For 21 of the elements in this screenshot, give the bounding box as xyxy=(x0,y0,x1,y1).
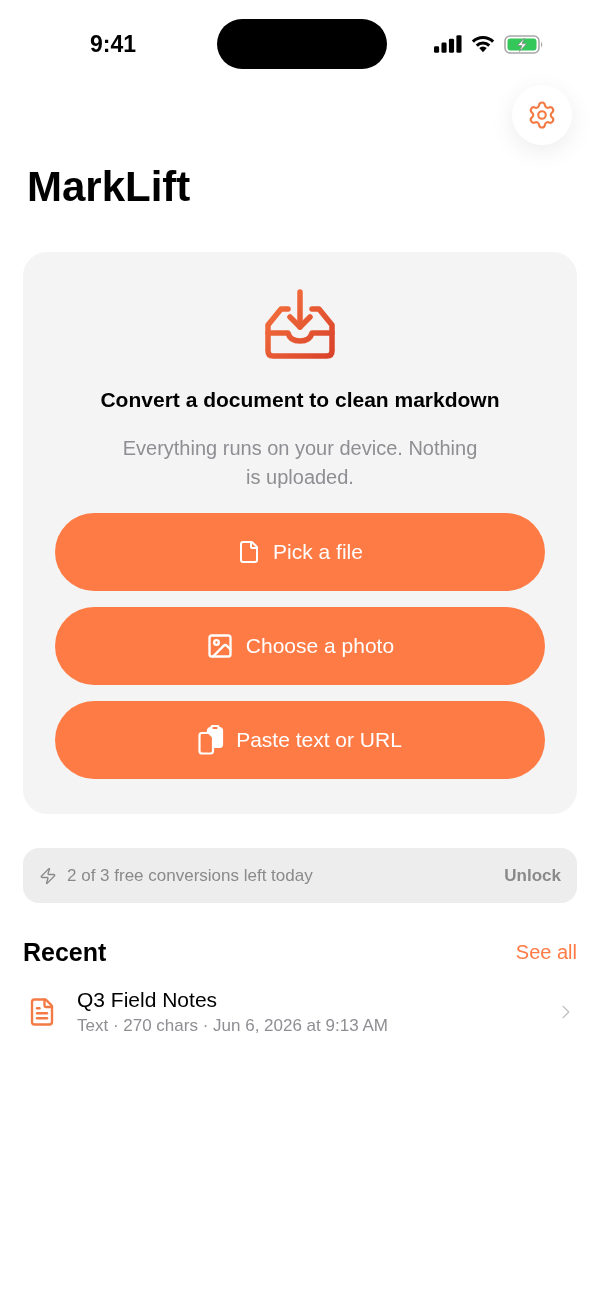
app-title: MarkLift xyxy=(27,163,191,211)
action-button[interactable]: Paste text or URL xyxy=(55,701,545,779)
quota-text: 2 of 3 free conversions left today xyxy=(67,864,314,887)
inbox-download-icon xyxy=(264,289,336,359)
battery-charging-icon xyxy=(504,34,544,54)
unlock-button[interactable]: Unlock xyxy=(504,862,561,889)
recent-item-meta: Text · 270 chars · Jun 6, 2026 at 9:13 AM xyxy=(77,1015,388,1037)
section-heading: Recent xyxy=(23,937,107,967)
image-icon xyxy=(205,632,234,660)
action-button[interactable]: Pick a file xyxy=(55,513,545,591)
status-time: 9:41 xyxy=(90,30,137,57)
documents-icon xyxy=(198,725,225,755)
bolt-icon xyxy=(39,866,57,885)
recent-item-title[interactable]: Q3 Field Notes xyxy=(77,987,218,1013)
see-all-link[interactable]: See all xyxy=(515,937,577,967)
card-heading: Convert a document to clean markdown xyxy=(100,387,500,413)
settings-icon xyxy=(527,100,557,130)
action-button[interactable]: Choose a photo xyxy=(55,607,545,685)
wifi-icon xyxy=(470,35,496,53)
signal-icon xyxy=(434,35,462,53)
card-subtitle: Everything runs on your device. Nothing is uploaded. xyxy=(121,436,479,490)
